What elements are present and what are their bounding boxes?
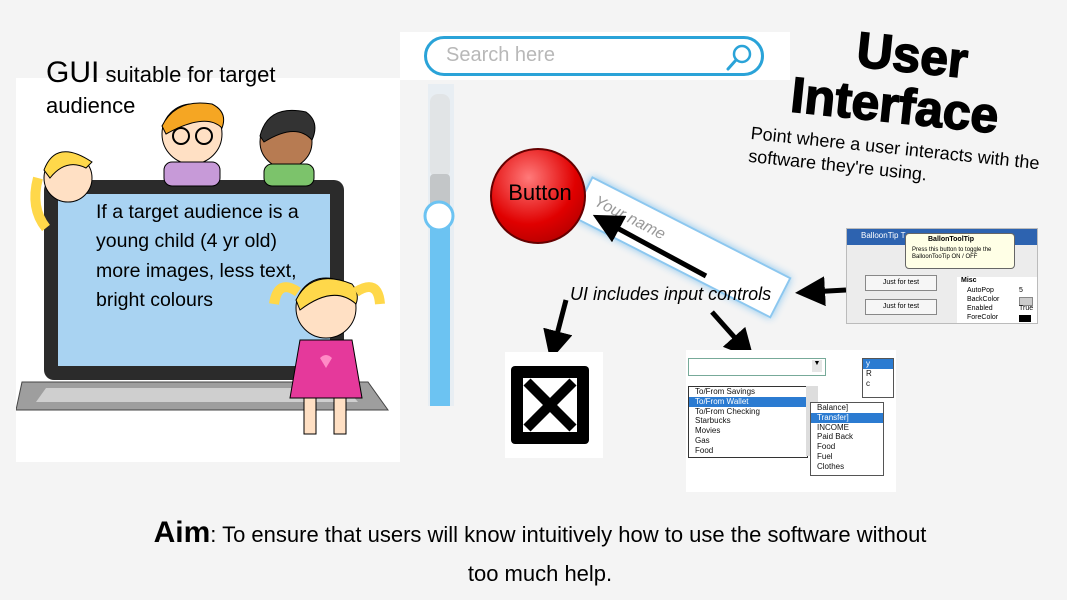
property-grid[interactable]: Misc AutoPop 5 BackColor Enabled True Fo… <box>957 277 1037 323</box>
aim-text: : To ensure that users will know intuiti… <box>210 522 927 586</box>
category-item[interactable]: Paid Back <box>811 432 883 442</box>
balloon-text: Press this button to toggle the BalloonT… <box>912 247 992 260</box>
checkbox-x-icon[interactable] <box>511 366 589 444</box>
prop-name: BackColor <box>967 296 1000 303</box>
aim-label: Aim <box>153 516 211 549</box>
chevron-down-icon[interactable]: ▼ <box>812 360 822 372</box>
dropdown-option[interactable]: Starbucks <box>689 416 807 426</box>
arrow-icon <box>710 310 754 360</box>
category-item[interactable]: Balance] <box>811 403 883 413</box>
prop-name: AutoPop <box>967 287 994 294</box>
dropdown-option[interactable]: Movies <box>689 426 807 436</box>
arrow-icon <box>543 299 573 361</box>
category-item[interactable]: Food <box>811 442 883 452</box>
test-button-1[interactable]: Just for test <box>865 275 937 291</box>
prop-value[interactable]: True <box>1019 305 1033 312</box>
dropdown-select[interactable] <box>688 358 826 376</box>
balloon-tooltip: BallonToolTip Press this button to toggl… <box>905 233 1015 269</box>
dropdown-option[interactable]: To/From Checking <box>689 407 807 417</box>
balloon-title: BallonToolTip <box>928 236 975 243</box>
mini-list-item[interactable]: y <box>863 359 893 369</box>
prop-value[interactable]: 5 <box>1019 287 1023 294</box>
dropdown-options[interactable]: To/From Savings To/From Wallet To/From C… <box>688 386 808 458</box>
category-item[interactable]: Clothes <box>811 462 883 472</box>
category-item-selected[interactable]: Transfer] <box>811 412 883 423</box>
category-item[interactable]: Fuel <box>811 452 883 462</box>
test-button-2[interactable]: Just for test <box>865 299 937 315</box>
category-item[interactable]: INCOME <box>811 423 883 433</box>
dropdown-option[interactable]: Food <box>689 446 807 456</box>
dropdown-option[interactable]: To/From Savings <box>689 387 807 397</box>
dropdown-list-screenshot: ▼ To/From Savings To/From Wallet To/From… <box>686 350 896 492</box>
aim-statement: Aim: To ensure that users will know intu… <box>140 510 940 591</box>
mini-list-item[interactable]: R <box>863 369 893 379</box>
color-swatch[interactable] <box>1019 315 1031 322</box>
dropdown-option[interactable]: Gas <box>689 436 807 446</box>
dropdown-option-selected[interactable]: To/From Wallet <box>689 396 807 407</box>
prop-name: Enabled <box>967 305 993 312</box>
mini-list[interactable]: y R c <box>862 358 894 398</box>
mini-list-item[interactable]: c <box>863 379 893 389</box>
window-title: BalloonTip T <box>861 231 906 240</box>
property-section: Misc <box>961 277 977 284</box>
arrow-icon <box>592 214 708 279</box>
balloon-tooltip-screenshot: BalloonTip T BallonToolTip Press this bu… <box>846 228 1038 324</box>
arrow-icon <box>795 276 847 307</box>
category-list[interactable]: Balance] Transfer] INCOME Paid Back Food… <box>810 402 884 476</box>
prop-name: ForeColor <box>967 314 999 321</box>
